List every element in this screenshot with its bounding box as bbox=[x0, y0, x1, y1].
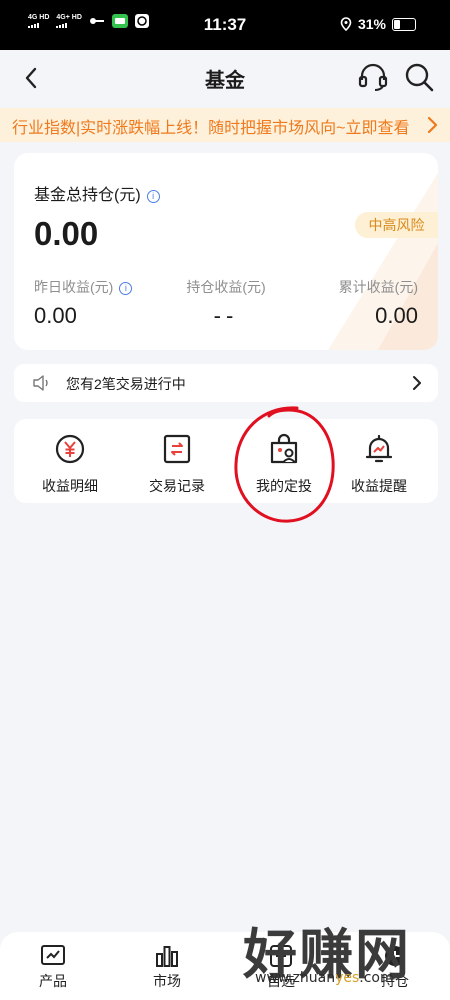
tool-label: 交易记录 bbox=[149, 478, 205, 494]
watermark-url: www.zhuanyes.com bbox=[255, 970, 394, 986]
nav-bar: 基金 bbox=[0, 50, 450, 108]
annotation-circle bbox=[234, 406, 335, 523]
status-bar: 4G HD 4G+ HD 11:37 31% bbox=[0, 0, 450, 50]
info-icon[interactable]: i bbox=[146, 190, 160, 203]
battery-icon bbox=[392, 17, 416, 31]
tool-label: 收益提醒 bbox=[351, 478, 407, 494]
speaker-icon bbox=[33, 375, 48, 391]
tool-transaction-records[interactable]: 交易记录 bbox=[127, 433, 227, 496]
total-holdings-value: 0.00 bbox=[34, 215, 99, 252]
pending-transactions-notice[interactable]: 您有2笔交易进行中 bbox=[14, 364, 438, 402]
quick-tools: 收益明细 交易记录 我的定投 收益提醒 bbox=[14, 419, 438, 503]
notice-text: 您有2笔交易进行中 bbox=[66, 376, 186, 392]
announcement-banner[interactable]: 行业指数|实时涨跌幅上线！随时把握市场风向~立即查看 bbox=[0, 108, 450, 142]
yen-coin-icon bbox=[55, 434, 85, 464]
location-icon bbox=[340, 17, 352, 31]
tab-label: 产品 bbox=[39, 973, 67, 989]
search-icon[interactable] bbox=[402, 60, 436, 94]
risk-badge: 中高风险 bbox=[355, 212, 438, 238]
bar-chart-icon bbox=[156, 946, 178, 967]
headset-icon[interactable] bbox=[356, 60, 390, 94]
transfer-record-icon bbox=[163, 434, 191, 464]
cumulative-income-value: 0.00 bbox=[375, 303, 418, 328]
banner-text: 行业指数|实时涨跌幅上线！随时把握市场风向~立即查看 bbox=[12, 120, 410, 137]
chart-frame-icon bbox=[41, 945, 65, 965]
battery-percent: 31% bbox=[357, 16, 386, 32]
total-holdings-label: 基金总持仓(元) i bbox=[34, 181, 160, 205]
holdings-card: 基金总持仓(元) i 0.00 中高风险 昨日收益(元) i 持仓收益(元) 累计收… bbox=[14, 153, 438, 350]
bell-alert-icon bbox=[365, 434, 393, 463]
tab-market[interactable]: 市场 bbox=[122, 944, 212, 991]
tool-income-details[interactable]: 收益明细 bbox=[20, 433, 120, 496]
tool-income-alerts[interactable]: 收益提醒 bbox=[329, 433, 429, 496]
status-right: 31% bbox=[340, 16, 416, 32]
tab-label: 市场 bbox=[153, 973, 181, 989]
cumulative-income-label: 累计收益(元) bbox=[338, 279, 418, 295]
chevron-right-icon bbox=[413, 376, 421, 390]
chevron-right-icon bbox=[427, 116, 438, 134]
site-watermark: 好赚网 www.zhuanyes.com bbox=[243, 910, 433, 1000]
tab-products[interactable]: 产品 bbox=[8, 944, 98, 991]
tool-label: 收益明细 bbox=[42, 478, 98, 494]
